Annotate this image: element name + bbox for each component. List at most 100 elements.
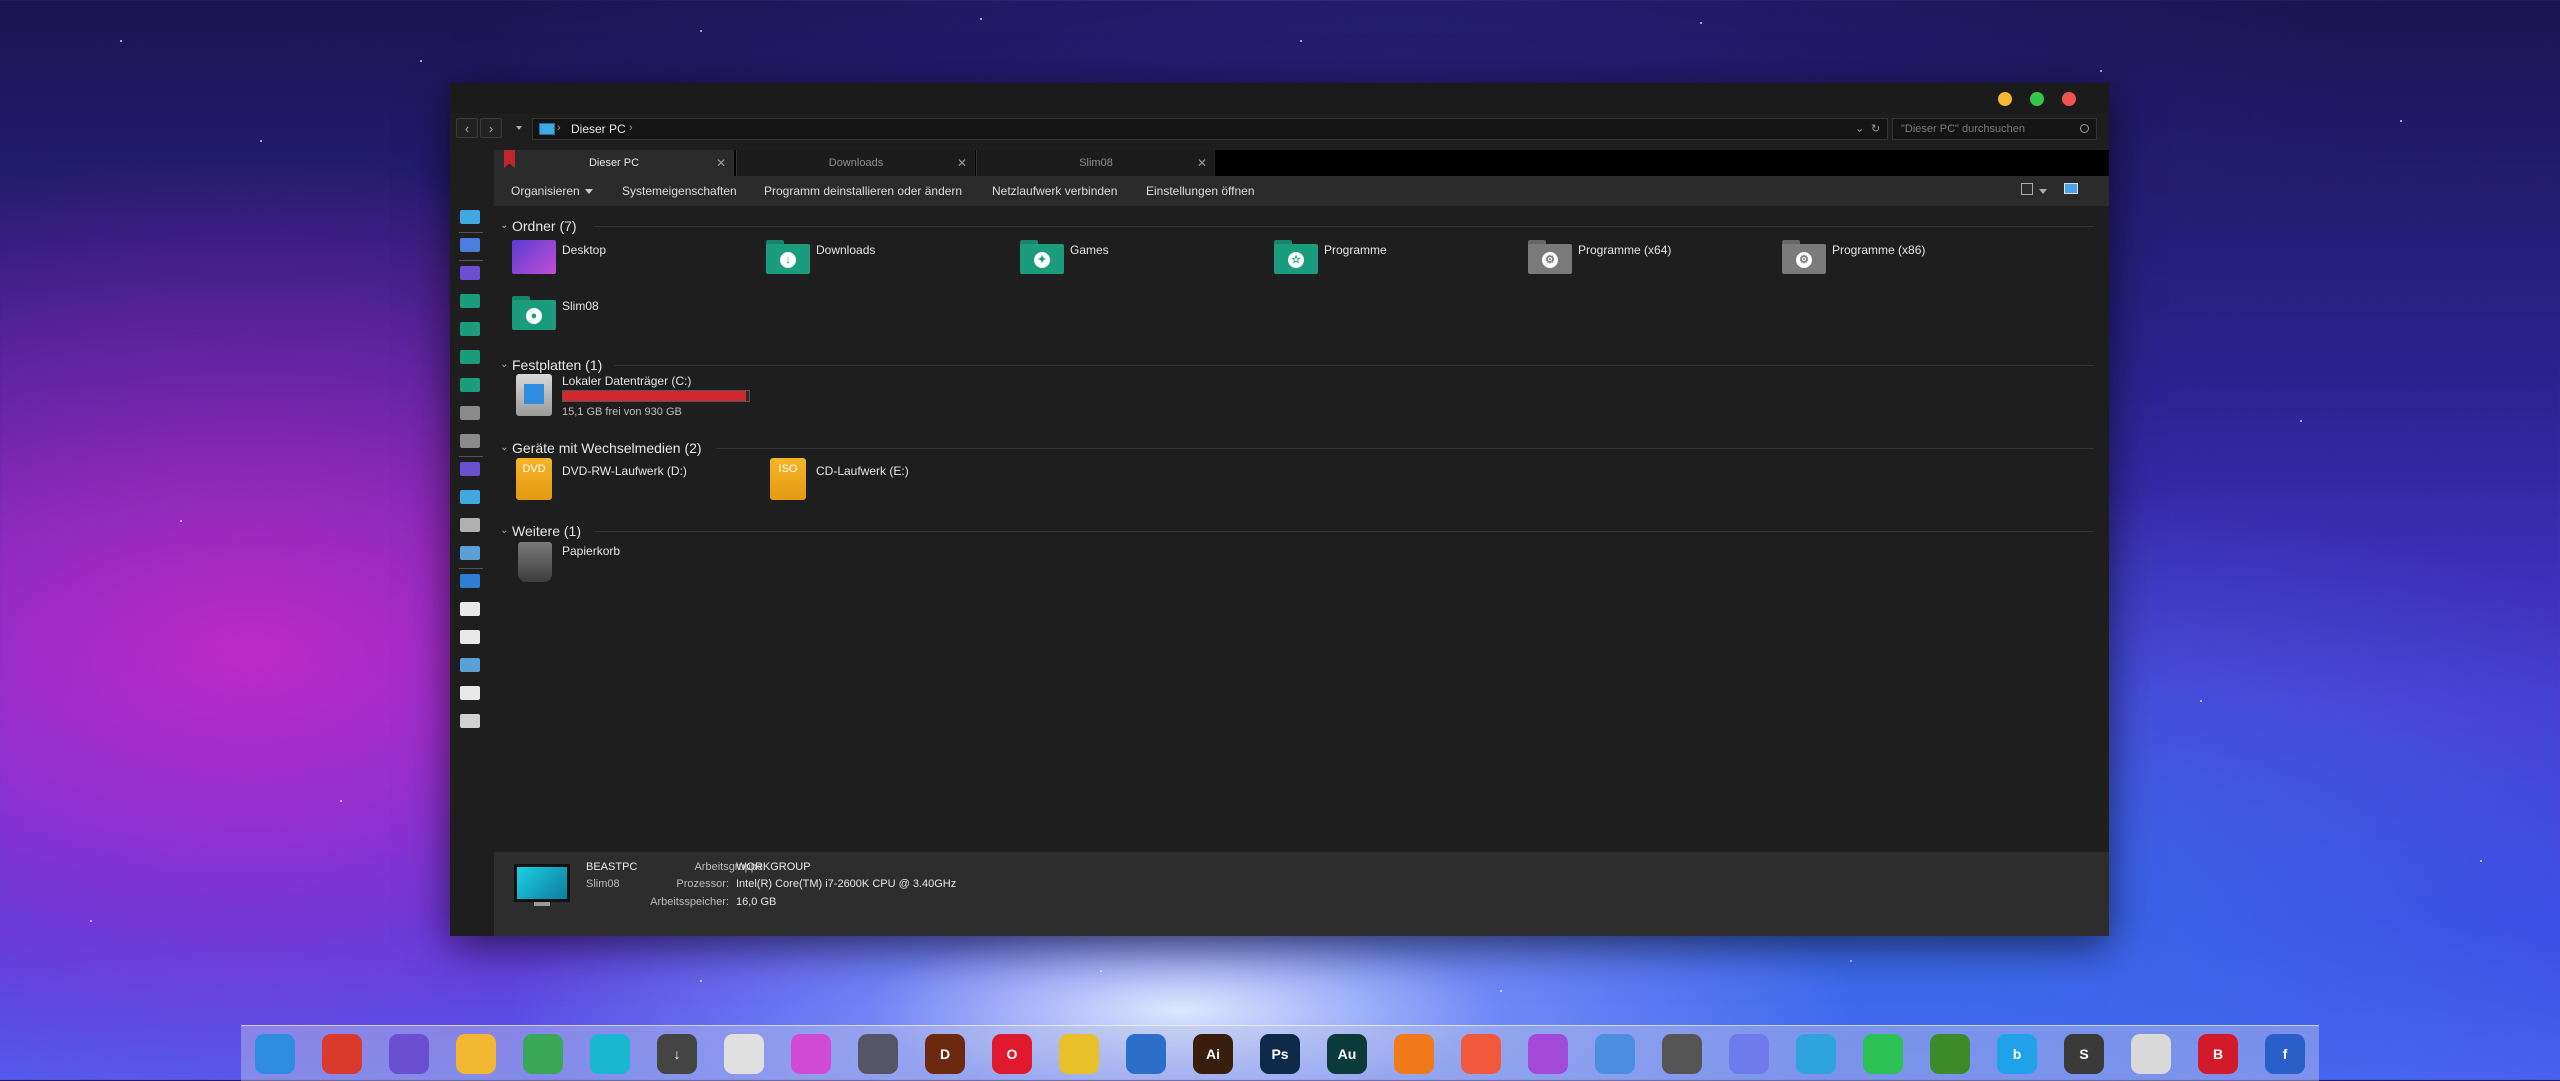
globe-icon[interactable] bbox=[1930, 1034, 1970, 1074]
divider bbox=[459, 232, 483, 233]
drive-d[interactable]: DVD DVD-RW-Laufwerk (D:) bbox=[512, 458, 752, 502]
gears-icon[interactable] bbox=[460, 714, 480, 728]
paint-icon[interactable] bbox=[1528, 1034, 1568, 1074]
tab-downloads[interactable]: Downloads ✕ bbox=[736, 150, 975, 176]
minimize-button[interactable] bbox=[1998, 92, 2012, 106]
user-folder-icon[interactable] bbox=[460, 378, 480, 392]
drive-c[interactable]: Lokaler Datenträger (C:) 15,1 GB frei vo… bbox=[512, 372, 752, 420]
recent-locations-button[interactable] bbox=[516, 126, 522, 130]
google-drive-icon[interactable] bbox=[523, 1034, 563, 1074]
chevron-down-icon[interactable]: ⌄ bbox=[500, 442, 508, 453]
forward-button[interactable]: › bbox=[480, 118, 502, 138]
chevron-down-icon[interactable]: ⌄ bbox=[500, 359, 508, 370]
folder-downloads[interactable]: ↓ Downloads bbox=[766, 240, 1006, 280]
breadcrumb[interactable]: Dieser PC bbox=[571, 122, 626, 136]
group-header-folders[interactable]: ⌄ Ordner (7) bbox=[500, 218, 577, 234]
folder-games[interactable]: ✦ Games bbox=[1020, 240, 1260, 280]
address-bar[interactable]: › Dieser PC › ⌄ ↻ bbox=[532, 118, 1888, 140]
layout-icon[interactable] bbox=[460, 630, 480, 644]
maximize-button[interactable] bbox=[2030, 92, 2044, 106]
whatsapp-icon[interactable] bbox=[1863, 1034, 1903, 1074]
photoshop-icon[interactable]: Ps bbox=[1260, 1034, 1300, 1074]
gamepad-icon[interactable] bbox=[724, 1034, 764, 1074]
group-header-removable[interactable]: ⌄ Geräte mit Wechselmedien (2) bbox=[500, 440, 702, 456]
close-icon[interactable]: ✕ bbox=[1197, 150, 1207, 176]
telegram-icon[interactable] bbox=[1796, 1034, 1836, 1074]
chrome-icon[interactable] bbox=[1059, 1034, 1099, 1074]
chevron-down-icon[interactable]: ⌄ bbox=[1855, 122, 1864, 135]
windows-icon[interactable] bbox=[460, 658, 480, 672]
illustrator-icon[interactable]: Ai bbox=[1193, 1034, 1233, 1074]
group-header-drives[interactable]: ⌄ Festplatten (1) bbox=[500, 357, 602, 373]
recycle-bin[interactable]: Papierkorb bbox=[512, 542, 752, 586]
computer-icon[interactable] bbox=[590, 1034, 630, 1074]
safari-icon[interactable] bbox=[1595, 1034, 1635, 1074]
close-icon[interactable]: ✕ bbox=[716, 150, 726, 176]
drive-icon[interactable] bbox=[460, 518, 480, 532]
computer-icon bbox=[539, 123, 555, 135]
finder-icon[interactable] bbox=[255, 1034, 295, 1074]
list-icon[interactable] bbox=[460, 686, 480, 700]
window-icon[interactable] bbox=[460, 602, 480, 616]
audition-icon[interactable]: Au bbox=[1327, 1034, 1367, 1074]
dvd-drive-icon: DVD bbox=[516, 458, 552, 500]
speedometer-icon[interactable] bbox=[1662, 1034, 1702, 1074]
folder-programme[interactable]: ☆ Programme bbox=[1274, 240, 1514, 280]
open-settings-button[interactable]: Einstellungen öffnen bbox=[1146, 184, 1255, 198]
settings-icon[interactable] bbox=[460, 462, 480, 476]
uninstall-program-button[interactable]: Programm deinstallieren oder ändern bbox=[764, 184, 962, 198]
preview-pane-icon[interactable] bbox=[2064, 183, 2078, 194]
downloads-icon[interactable]: ↓ bbox=[657, 1034, 697, 1074]
gear-folder-icon[interactable] bbox=[460, 434, 480, 448]
games-folder-icon[interactable] bbox=[460, 322, 480, 336]
folder-desktop[interactable]: Desktop bbox=[512, 240, 752, 280]
picasa-icon[interactable] bbox=[791, 1034, 831, 1074]
folder-slim08[interactable]: ● Slim08 bbox=[512, 296, 752, 336]
activity-icon[interactable] bbox=[1461, 1034, 1501, 1074]
chevron-down-icon[interactable]: ⌄ bbox=[500, 525, 508, 536]
star-folder-icon[interactable] bbox=[460, 350, 480, 364]
virtualbox-icon[interactable] bbox=[1394, 1034, 1434, 1074]
download-folder-icon[interactable] bbox=[460, 294, 480, 308]
desktop-icon[interactable] bbox=[460, 210, 480, 224]
system-properties-button[interactable]: Systemeigenschaften bbox=[622, 184, 737, 198]
diablo-icon[interactable]: D bbox=[925, 1034, 965, 1074]
chevron-down-icon[interactable]: ⌄ bbox=[500, 220, 508, 231]
bitdefender-icon[interactable]: B bbox=[2198, 1034, 2238, 1074]
tab-slim08[interactable]: Slim08 ✕ bbox=[976, 150, 1215, 176]
undo-icon[interactable] bbox=[460, 574, 480, 588]
divider bbox=[459, 568, 483, 569]
opera-icon[interactable]: O bbox=[992, 1034, 1032, 1074]
chevron-right-icon[interactable]: › bbox=[629, 122, 633, 134]
map-network-drive-button[interactable]: Netzlaufwerk verbinden bbox=[992, 184, 1117, 198]
fedora-icon[interactable]: f bbox=[2265, 1034, 2305, 1074]
drive-e[interactable]: ISO CD-Laufwerk (E:) bbox=[766, 458, 1006, 502]
document-icon[interactable] bbox=[460, 238, 480, 252]
chevron-down-icon[interactable] bbox=[2039, 189, 2047, 194]
organize-menu[interactable]: Organisieren bbox=[511, 184, 593, 198]
title-bar[interactable] bbox=[450, 83, 2109, 113]
refresh-icon[interactable]: ↻ bbox=[1871, 122, 1880, 135]
sublime-icon[interactable]: S bbox=[2064, 1034, 2104, 1074]
gear-folder-icon[interactable] bbox=[460, 406, 480, 420]
tab-dieser-pc[interactable]: Dieser PC ✕ bbox=[494, 150, 734, 176]
photo-booth-icon[interactable] bbox=[322, 1034, 362, 1074]
close-icon[interactable]: ✕ bbox=[957, 150, 967, 176]
network-icon[interactable] bbox=[460, 490, 480, 504]
back-button[interactable]: ‹ bbox=[456, 118, 478, 138]
folder-programme-x86[interactable]: ⚙ Programme (x86) bbox=[1782, 240, 2022, 280]
folder-programme-x64[interactable]: ⚙ Programme (x64) bbox=[1528, 240, 1768, 280]
group-header-other[interactable]: ⌄ Weitere (1) bbox=[500, 523, 581, 539]
starcraft-icon[interactable] bbox=[858, 1034, 898, 1074]
control-panel-icon[interactable] bbox=[460, 546, 480, 560]
calculator-icon[interactable] bbox=[2131, 1034, 2171, 1074]
view-options-icon[interactable] bbox=[2021, 183, 2033, 195]
desktop-folder-icon[interactable] bbox=[460, 266, 480, 280]
folder-icon[interactable] bbox=[456, 1034, 496, 1074]
thunderbird-icon[interactable] bbox=[1126, 1034, 1166, 1074]
bing-icon[interactable]: b bbox=[1997, 1034, 2037, 1074]
close-button[interactable] bbox=[2062, 92, 2076, 106]
desktop-icon[interactable] bbox=[389, 1034, 429, 1074]
discord-icon[interactable] bbox=[1729, 1034, 1769, 1074]
search-input[interactable]: "Dieser PC" durchsuchen bbox=[1892, 118, 2097, 140]
